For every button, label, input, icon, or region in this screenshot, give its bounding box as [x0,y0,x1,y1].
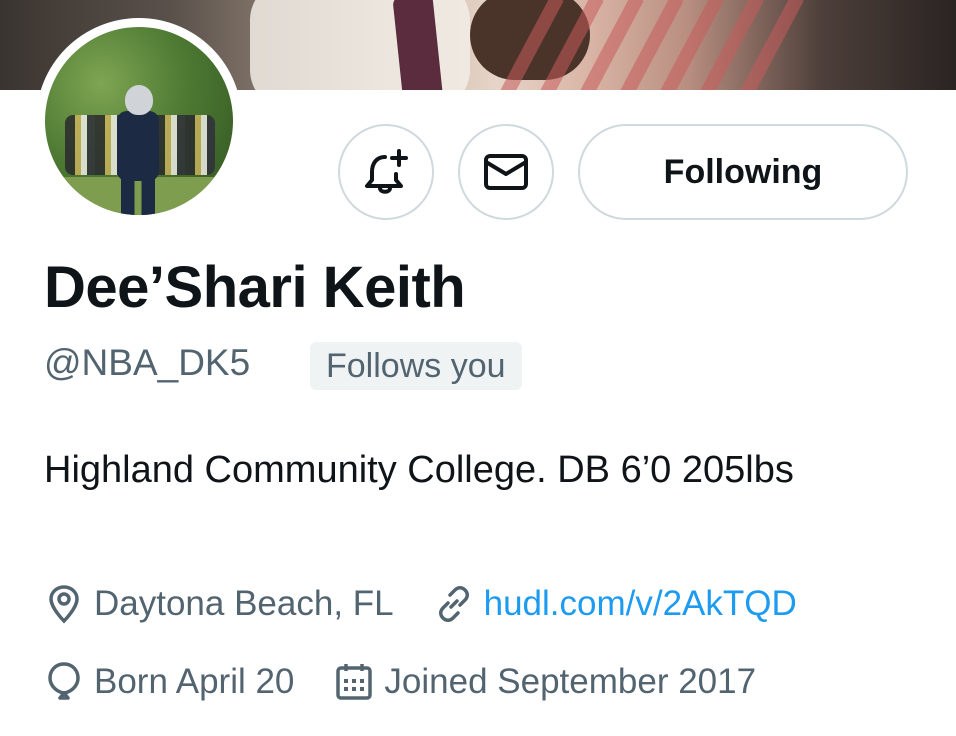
following-button[interactable]: Following [578,124,908,220]
envelope-icon [484,154,528,190]
location-pin-icon [49,585,79,624]
birthday-text: Born April 20 [94,662,295,701]
website-item[interactable]: hudl.com/v/2AkTQD [434,584,797,624]
profile-meta-row: Born April 20 Joined September 2017 [44,660,796,704]
avatar[interactable] [36,18,242,224]
link-icon [438,586,469,622]
avatar-player-body [117,111,159,181]
calendar-icon [336,664,373,700]
avatar-photo [45,27,233,215]
website-link[interactable]: hudl.com/v/2AkTQD [484,584,797,624]
message-button[interactable] [458,124,554,220]
avatar-player-helmet [125,85,153,115]
location-item: Daytona Beach, FL [44,584,394,624]
profile-meta-row: Daytona Beach, FL hudl.com/v/2AkTQD [44,584,837,624]
profile-handle: @NBA_DK5 [44,342,251,383]
follows-you-badge: Follows you [310,342,522,390]
joined-text: Joined September 2017 [384,662,757,701]
joined-item: Joined September 2017 [334,662,756,702]
notify-button[interactable] [338,124,434,220]
profile-bio: Highland Community College. DB 6’0 205lb… [44,449,794,491]
bell-plus-icon [365,149,408,194]
profile-name: Dee’Shari Keith [44,255,466,320]
balloon-icon [48,662,80,700]
location-text: Daytona Beach, FL [94,584,394,623]
avatar-player-legs [121,177,155,215]
birthday-item: Born April 20 [44,660,294,704]
